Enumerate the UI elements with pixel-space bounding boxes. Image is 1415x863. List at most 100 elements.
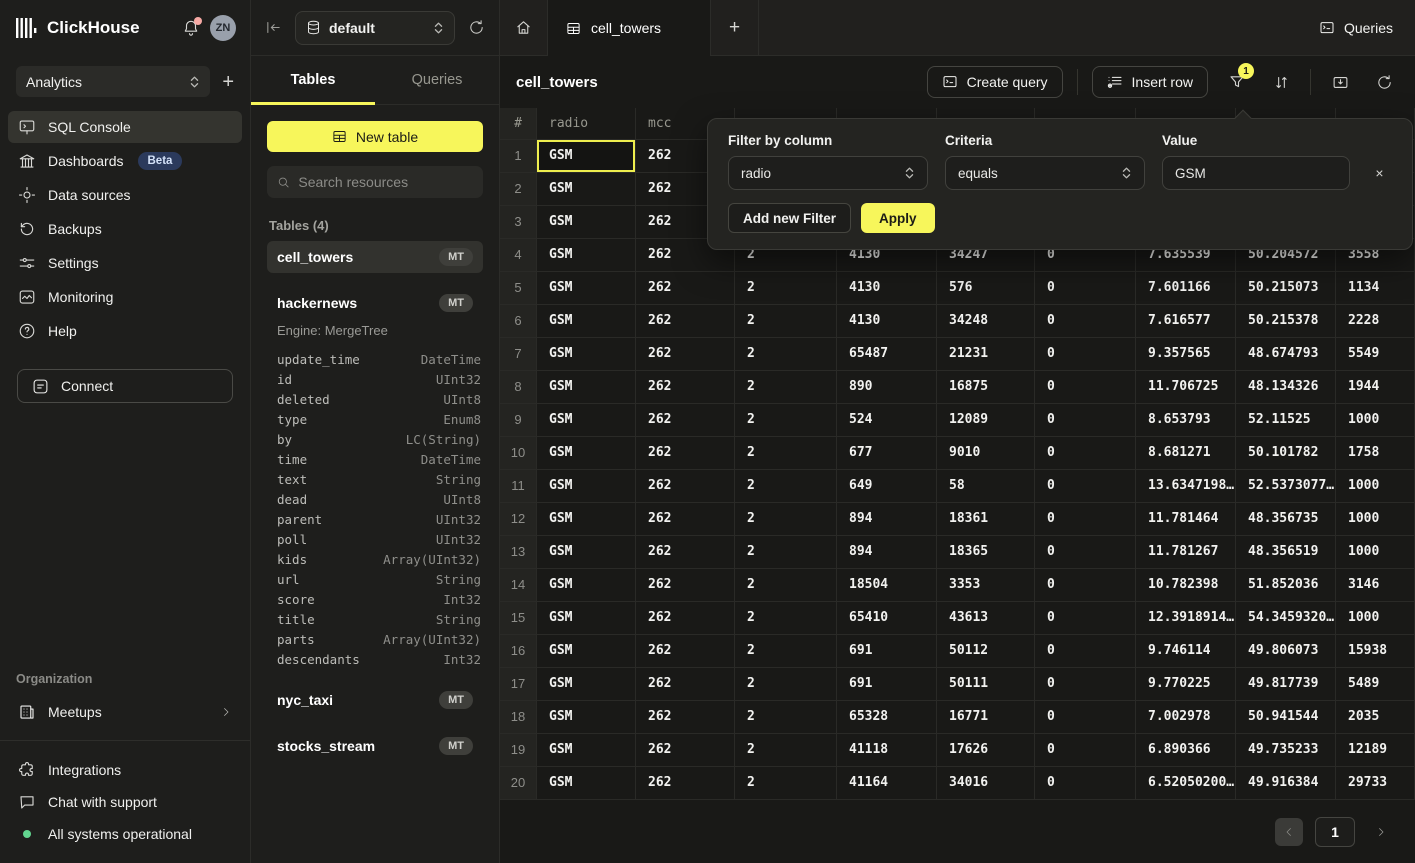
- table-cell[interactable]: 7.601166: [1136, 272, 1236, 305]
- table-cell[interactable]: 0: [1035, 503, 1136, 536]
- filter-button[interactable]: 1: [1222, 67, 1252, 97]
- table-cell[interactable]: GSM: [537, 338, 636, 371]
- table-cell[interactable]: 262: [636, 767, 735, 800]
- table-cell[interactable]: 2: [735, 272, 837, 305]
- table-cell[interactable]: 6.52050200…: [1136, 767, 1236, 800]
- table-cell[interactable]: 0: [1035, 404, 1136, 437]
- table-cell[interactable]: GSM: [537, 734, 636, 767]
- table-cell[interactable]: 50.941544: [1236, 701, 1336, 734]
- sidebar-item-monitoring[interactable]: Monitoring: [8, 281, 242, 313]
- table-cell[interactable]: GSM: [537, 701, 636, 734]
- table-cell[interactable]: 34248: [937, 305, 1035, 338]
- avatar[interactable]: ZN: [210, 15, 236, 41]
- table-cell[interactable]: 3146: [1336, 569, 1415, 602]
- table-cell[interactable]: GSM: [537, 173, 636, 206]
- table-cell[interactable]: 51.852036: [1236, 569, 1336, 602]
- table-cell[interactable]: 12.3918914…: [1136, 602, 1236, 635]
- table-cell[interactable]: 262: [636, 338, 735, 371]
- table-cell[interactable]: 262: [636, 734, 735, 767]
- table-cell[interactable]: 894: [837, 536, 937, 569]
- table-cell[interactable]: 1000: [1336, 503, 1415, 536]
- table-cell[interactable]: 0: [1035, 602, 1136, 635]
- table-cell[interactable]: 649: [837, 470, 937, 503]
- sidebar-item-data-sources[interactable]: Data sources: [8, 179, 242, 211]
- table-cell[interactable]: 262: [636, 668, 735, 701]
- table-cell[interactable]: GSM: [537, 437, 636, 470]
- table-cell[interactable]: 262: [636, 470, 735, 503]
- table-cell[interactable]: 2: [735, 338, 837, 371]
- collapse-panel-icon[interactable]: [265, 19, 282, 36]
- table-cell[interactable]: 2: [735, 404, 837, 437]
- table-cell[interactable]: 2: [735, 668, 837, 701]
- table-cell[interactable]: GSM: [537, 668, 636, 701]
- filter-value-input[interactable]: [1162, 156, 1350, 190]
- sidebar-item-backups[interactable]: Backups: [8, 213, 242, 245]
- table-cell[interactable]: 1000: [1336, 470, 1415, 503]
- table-cell[interactable]: 2: [735, 734, 837, 767]
- search-resources[interactable]: [267, 166, 483, 198]
- table-cell[interactable]: 1134: [1336, 272, 1415, 305]
- table-cell[interactable]: GSM: [537, 305, 636, 338]
- current-page[interactable]: 1: [1315, 817, 1355, 847]
- table-cell[interactable]: 49.817739: [1236, 668, 1336, 701]
- table-cell[interactable]: 894: [837, 503, 937, 536]
- table-cell[interactable]: 52.11525: [1236, 404, 1336, 437]
- table-cell[interactable]: 0: [1035, 305, 1136, 338]
- table-cell[interactable]: 2: [735, 602, 837, 635]
- sidebar-item-sql-console[interactable]: SQL Console: [8, 111, 242, 143]
- table-cell[interactable]: 2: [735, 536, 837, 569]
- table-cell[interactable]: 0: [1035, 767, 1136, 800]
- table-cell[interactable]: 262: [636, 371, 735, 404]
- table-cell[interactable]: 0: [1035, 371, 1136, 404]
- table-cell[interactable]: 65410: [837, 602, 937, 635]
- table-cell[interactable]: 17626: [937, 734, 1035, 767]
- tab-cell-towers[interactable]: cell_towers: [548, 0, 711, 56]
- new-table-button[interactable]: New table: [267, 121, 483, 152]
- table-cell[interactable]: GSM: [537, 371, 636, 404]
- table-cell[interactable]: 262: [636, 404, 735, 437]
- table-cell[interactable]: 34016: [937, 767, 1035, 800]
- table-cell[interactable]: 262: [636, 536, 735, 569]
- table-cell[interactable]: 2: [735, 635, 837, 668]
- new-tab-button[interactable]: +: [711, 0, 759, 55]
- table-cell[interactable]: 50.215073: [1236, 272, 1336, 305]
- notifications-bell-icon[interactable]: [182, 19, 200, 37]
- table-cell[interactable]: GSM: [537, 767, 636, 800]
- download-button[interactable]: [1325, 67, 1355, 97]
- table-cell[interactable]: 8.653793: [1136, 404, 1236, 437]
- insert-row-button[interactable]: Insert row: [1092, 66, 1208, 98]
- table-cell[interactable]: 16875: [937, 371, 1035, 404]
- table-cell[interactable]: 18361: [937, 503, 1035, 536]
- refresh-button[interactable]: [1369, 67, 1399, 97]
- table-cell[interactable]: 9.357565: [1136, 338, 1236, 371]
- table-cell[interactable]: GSM: [537, 404, 636, 437]
- table-cell[interactable]: 0: [1035, 668, 1136, 701]
- filter-criteria-select[interactable]: equals: [945, 156, 1145, 190]
- table-cell[interactable]: 50.101782: [1236, 437, 1336, 470]
- table-cell[interactable]: 262: [636, 602, 735, 635]
- home-tab[interactable]: [500, 0, 548, 55]
- add-filter-button[interactable]: Add new Filter: [728, 203, 851, 233]
- table-cell[interactable]: 1000: [1336, 536, 1415, 569]
- table-cell[interactable]: GSM: [537, 536, 636, 569]
- column-header[interactable]: radio: [537, 108, 636, 140]
- table-cell[interactable]: GSM: [537, 470, 636, 503]
- table-cell[interactable]: 12189: [1336, 734, 1415, 767]
- remove-filter-button[interactable]: ×: [1367, 165, 1392, 181]
- add-workspace-button[interactable]: +: [222, 72, 234, 92]
- table-cell[interactable]: 50112: [937, 635, 1035, 668]
- table-cell[interactable]: 10.782398: [1136, 569, 1236, 602]
- table-cell[interactable]: GSM: [537, 635, 636, 668]
- table-cell[interactable]: 18504: [837, 569, 937, 602]
- table-cell[interactable]: 0: [1035, 635, 1136, 668]
- table-cell[interactable]: GSM: [537, 206, 636, 239]
- table-cell[interactable]: 52.5373077…: [1236, 470, 1336, 503]
- table-cell[interactable]: 576: [937, 272, 1035, 305]
- table-cell[interactable]: 2: [735, 437, 837, 470]
- table-cell[interactable]: 2035: [1336, 701, 1415, 734]
- table-cell[interactable]: 7.616577: [1136, 305, 1236, 338]
- table-cell[interactable]: 9.746114: [1136, 635, 1236, 668]
- table-cell[interactable]: 48.356735: [1236, 503, 1336, 536]
- table-cell[interactable]: 2228: [1336, 305, 1415, 338]
- table-cell[interactable]: 48.674793: [1236, 338, 1336, 371]
